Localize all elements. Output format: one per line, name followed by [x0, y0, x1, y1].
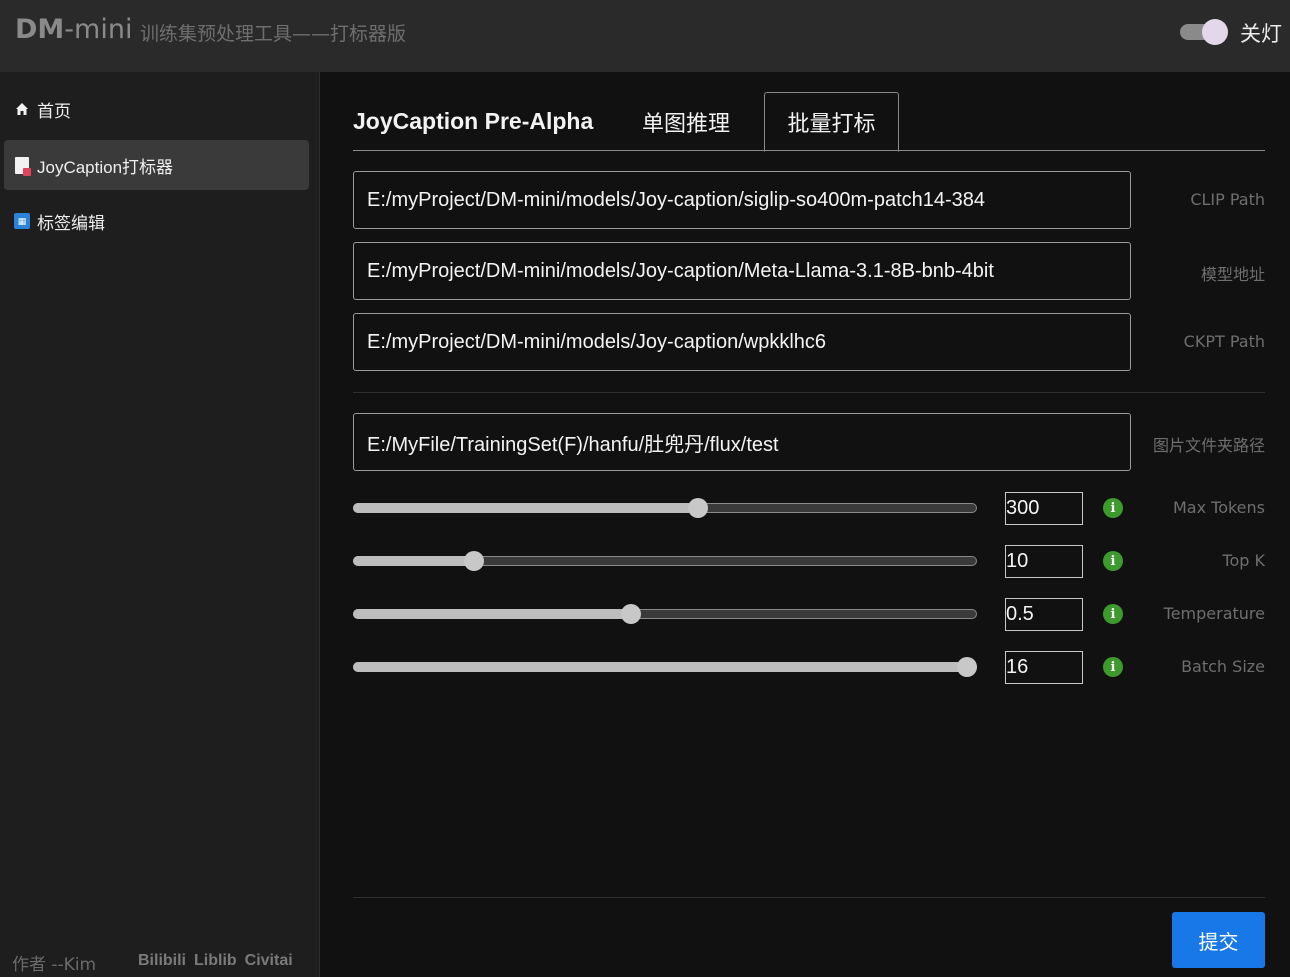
sidebar-item-home[interactable]: 首页: [4, 84, 309, 134]
slider-thumb[interactable]: [464, 551, 484, 571]
footer-divider: [353, 897, 1265, 898]
app-subtitle: 训练集预处理工具——打标器版: [140, 23, 407, 45]
light-toggle-label: 关灯: [1240, 22, 1282, 46]
slider-fill: [353, 556, 474, 566]
tab-bar-title: JoyCaption Pre-Alpha: [353, 108, 594, 134]
light-toggle[interactable]: [1178, 19, 1228, 45]
tag-editor-icon: ▦: [14, 213, 30, 229]
sidebar-item-joycaption[interactable]: JoyCaption打标器: [4, 140, 309, 190]
model-path-input[interactable]: E:/myProject/DM-mini/models/Joy-caption/…: [353, 242, 1131, 300]
slider-fill: [353, 662, 967, 672]
slider-fill: [353, 503, 698, 513]
tab-batch-caption[interactable]: 批量打标: [764, 92, 899, 152]
brand-bold: DM: [15, 14, 65, 45]
clip-path-input[interactable]: E:/myProject/DM-mini/models/Joy-caption/…: [353, 171, 1131, 229]
top-k-input[interactable]: 10: [1005, 545, 1083, 578]
slider-fill: [353, 609, 631, 619]
bilibili-link[interactable]: Bilibili: [138, 952, 186, 970]
max-tokens-info-icon[interactable]: i: [1103, 498, 1123, 518]
slider-thumb[interactable]: [621, 604, 641, 624]
clip-path-label: CLIP Path: [1190, 190, 1265, 209]
ckpt-path-input[interactable]: E:/myProject/DM-mini/models/Joy-caption/…: [353, 313, 1131, 371]
ckpt-path-label: CKPT Path: [1183, 332, 1265, 351]
app-header: DM-mini 训练集预处理工具——打标器版 关灯: [0, 0, 1290, 72]
document-icon: [14, 156, 31, 176]
brand-rest: -mini: [64, 14, 133, 45]
batch-size-label: Batch Size: [1181, 657, 1265, 676]
author-credit: 作者 --Kim: [12, 955, 97, 975]
max-tokens-input[interactable]: 300: [1005, 492, 1083, 525]
batch-size-input[interactable]: 16: [1005, 651, 1083, 684]
section-divider: [353, 392, 1265, 393]
top-k-slider[interactable]: [353, 549, 977, 573]
tab-single-inference[interactable]: 单图推理: [642, 92, 730, 151]
slider-thumb[interactable]: [957, 657, 977, 677]
top-k-info-icon[interactable]: i: [1103, 551, 1123, 571]
liblib-link[interactable]: Liblib: [194, 952, 237, 970]
batch-size-info-icon[interactable]: i: [1103, 657, 1123, 677]
image-folder-input[interactable]: E:/MyFile/TrainingSet(F)/hanfu/肚兜丹/flux/…: [353, 413, 1131, 471]
sidebar: 首页 JoyCaption打标器 ▦ 标签编辑: [0, 72, 320, 977]
slider-thumb[interactable]: [688, 498, 708, 518]
footer-links: Bilibili Liblib Civitai: [138, 952, 293, 970]
tab-bar: JoyCaption Pre-Alpha 单图推理 批量打标: [353, 92, 1265, 152]
sidebar-item-label: 首页: [37, 101, 71, 121]
image-folder-label: 图片文件夹路径: [1152, 436, 1265, 455]
sidebar-item-label: 标签编辑: [37, 213, 105, 233]
sidebar-item-tag-editor[interactable]: ▦ 标签编辑: [4, 196, 309, 246]
top-k-label: Top K: [1222, 551, 1265, 570]
civitai-link[interactable]: Civitai: [245, 952, 293, 970]
toggle-knob: [1202, 19, 1228, 45]
max-tokens-slider[interactable]: [353, 496, 977, 520]
batch-size-slider[interactable]: [353, 655, 977, 679]
temperature-slider[interactable]: [353, 602, 977, 626]
temperature-info-icon[interactable]: i: [1103, 604, 1123, 624]
temperature-label: Temperature: [1163, 604, 1265, 623]
submit-button[interactable]: 提交: [1172, 912, 1265, 968]
max-tokens-label: Max Tokens: [1172, 498, 1265, 517]
home-icon: [14, 101, 30, 117]
sidebar-item-label: JoyCaption打标器: [37, 157, 174, 177]
model-path-label: 模型地址: [1200, 265, 1265, 284]
app-brand: DM-mini: [15, 14, 132, 45]
temperature-input[interactable]: 0.5: [1005, 598, 1083, 631]
